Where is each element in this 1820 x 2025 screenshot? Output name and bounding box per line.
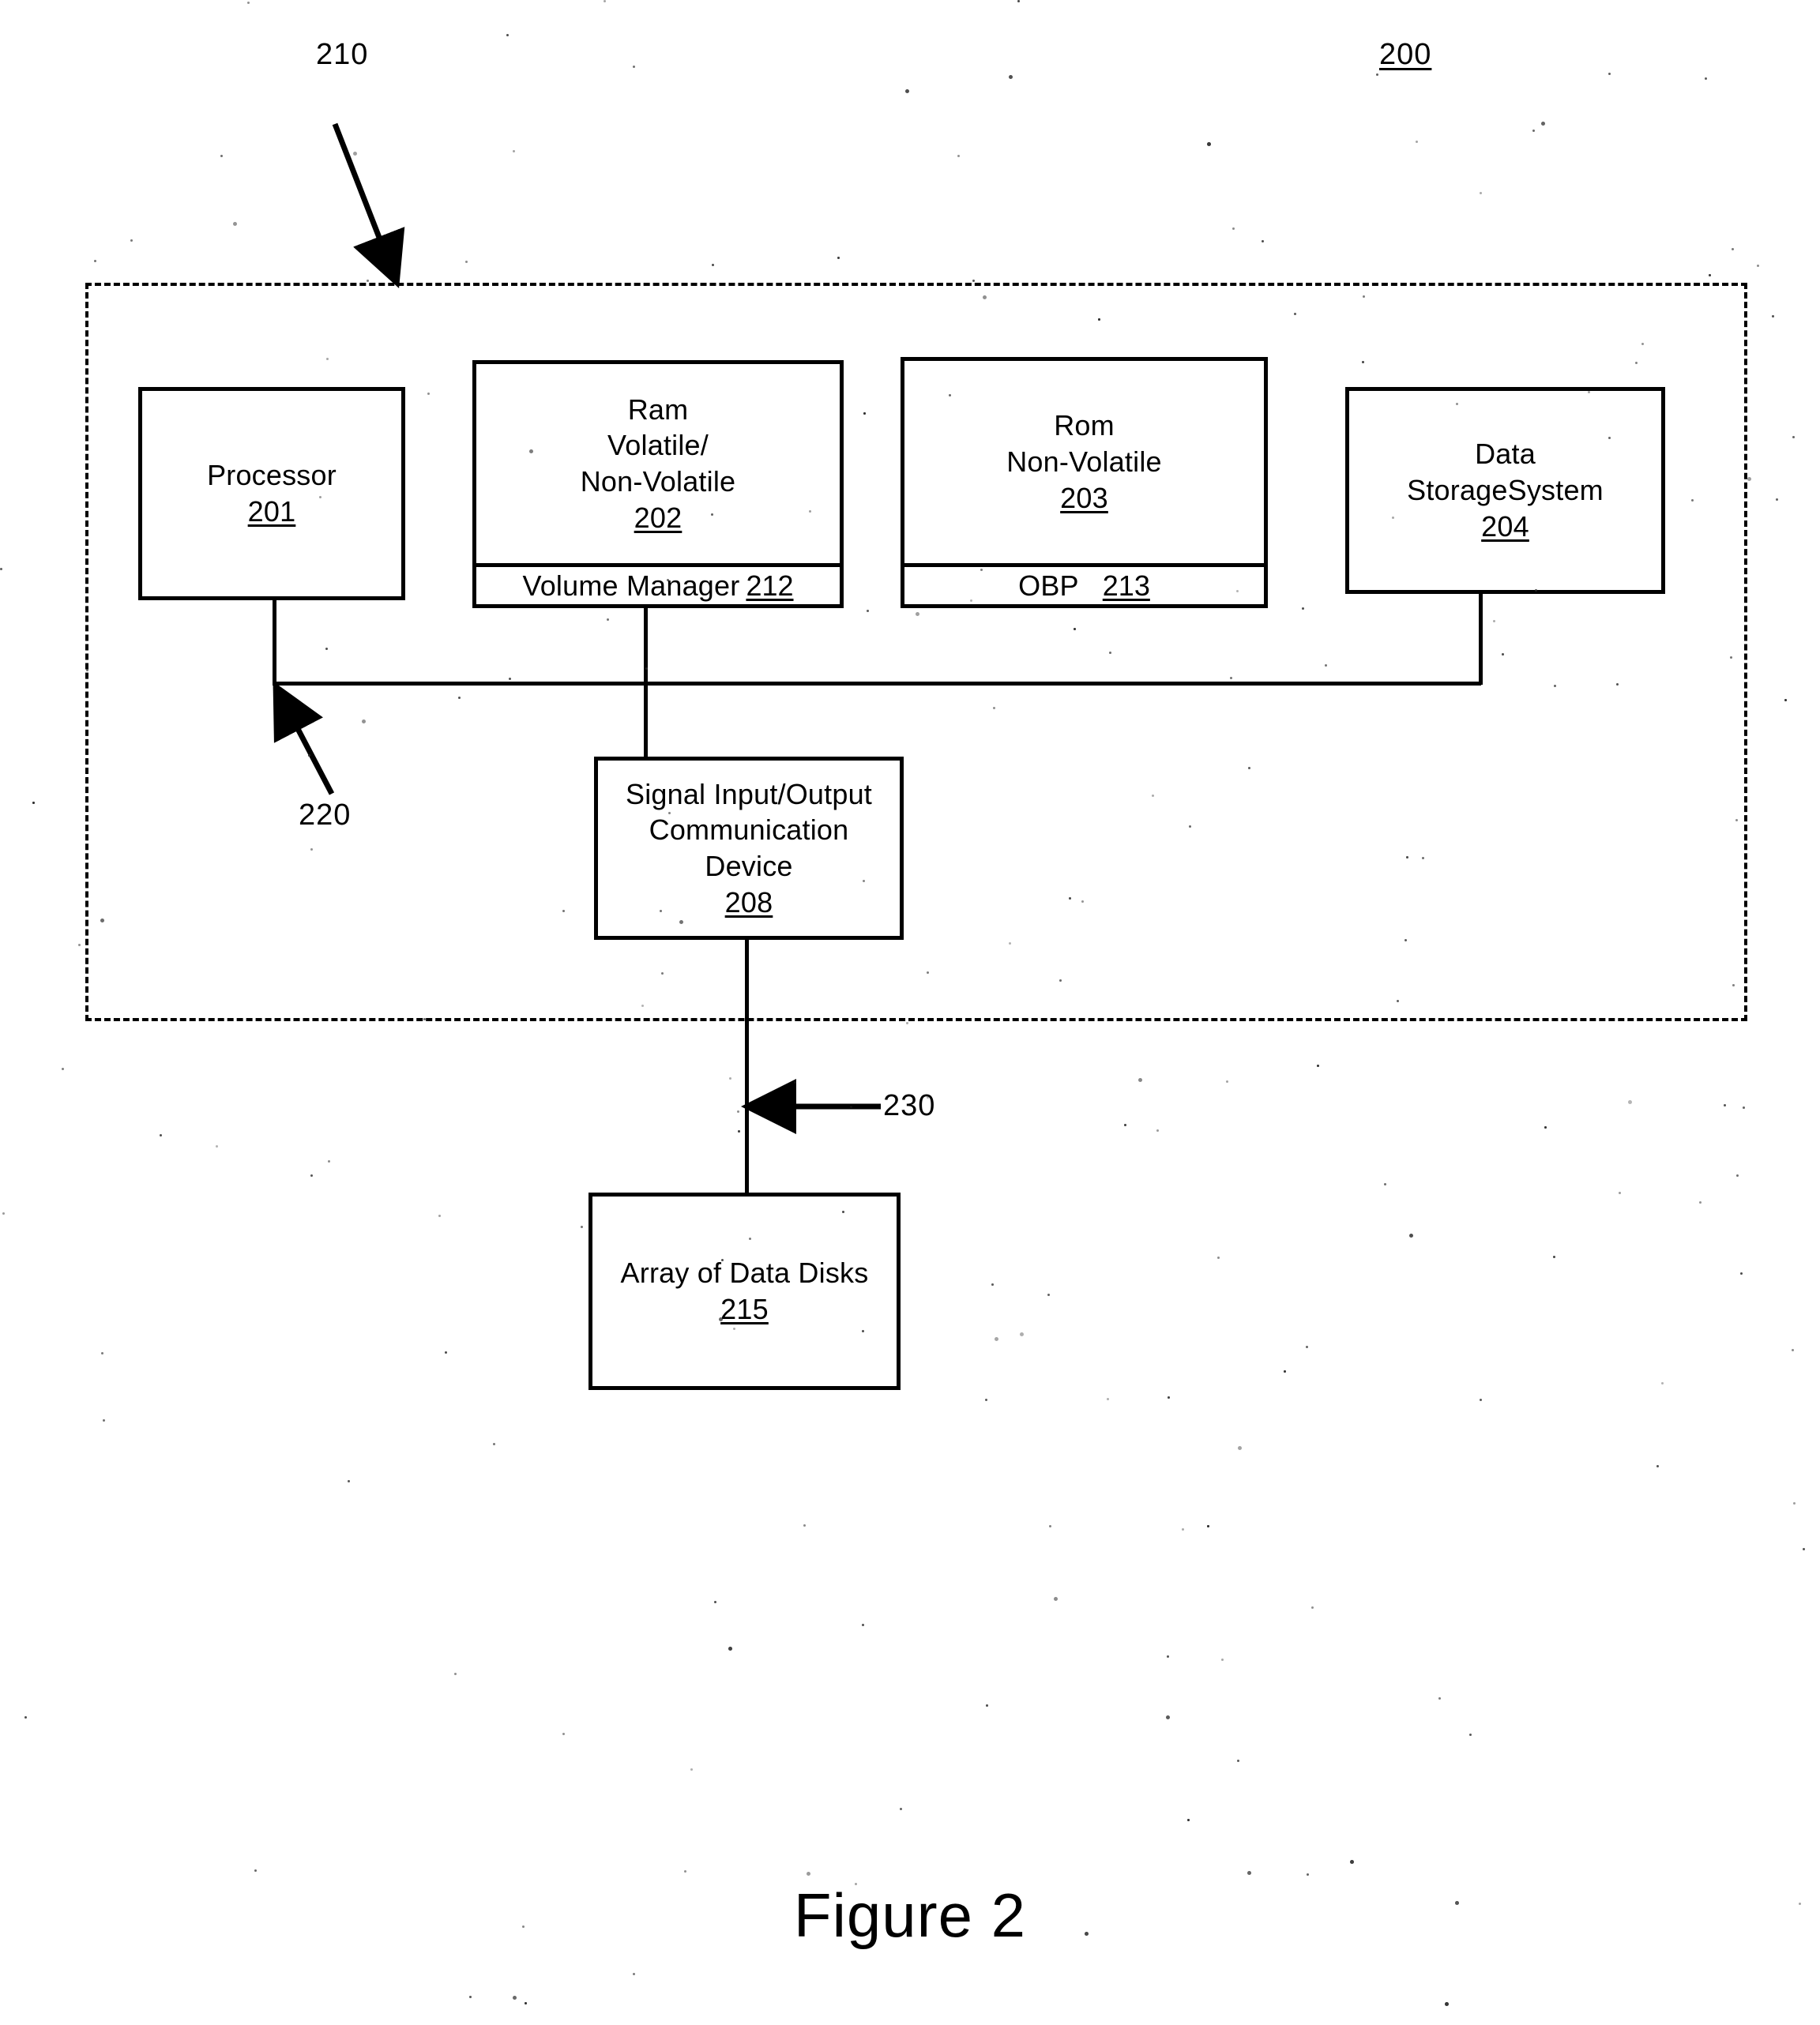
link-reference-230: 230 bbox=[883, 1089, 936, 1122]
rom-label-line-1: Non-Volatile bbox=[1006, 445, 1162, 479]
processor-label-line-0: Processor bbox=[207, 459, 337, 492]
processor-box: Processor 201 bbox=[138, 387, 405, 600]
volume-manager-ref-212: 212 bbox=[746, 569, 794, 602]
signal-io-ref-208: 208 bbox=[724, 885, 773, 919]
volume-manager-section: Volume Manager 212 bbox=[476, 563, 840, 604]
disk-array-content: Array of Data Disks 215 bbox=[592, 1197, 897, 1386]
volume-manager-label: Volume Manager bbox=[522, 569, 740, 602]
data-storage-ref-204: 204 bbox=[1481, 509, 1529, 543]
rom-box: Rom Non-Volatile 203 OBP 213 bbox=[901, 357, 1268, 608]
disk-array-ref-215: 215 bbox=[720, 1293, 769, 1325]
processor-ref-201: 201 bbox=[247, 495, 296, 528]
ram-label-line-1: Volatile/ bbox=[607, 429, 709, 462]
bus-reference-220: 220 bbox=[299, 798, 352, 832]
obp-label: OBP bbox=[1018, 569, 1079, 602]
disk-array-label-line-0: Array of Data Disks bbox=[620, 1257, 869, 1290]
ram-label-line-2: Non-Volatile bbox=[580, 465, 736, 498]
ram-label-line-0: Ram bbox=[627, 393, 689, 426]
data-storage-system-content: Data StorageSystem 204 bbox=[1349, 391, 1661, 590]
data-storage-label-line-1: StorageSystem bbox=[1407, 474, 1604, 507]
patent-figure-page: 200 210 Processor 201 Ram Volatile/ Non-… bbox=[0, 0, 1820, 2025]
processor-box-content: Processor 201 bbox=[142, 391, 401, 596]
ram-box-content: Ram Volatile/ Non-Volatile 202 bbox=[476, 364, 840, 563]
rom-ref-203: 203 bbox=[1060, 481, 1108, 514]
rom-box-content: Rom Non-Volatile 203 bbox=[904, 361, 1264, 563]
leader-arrow-230 bbox=[741, 1079, 881, 1134]
rom-label-line-0: Rom bbox=[1054, 409, 1115, 442]
leader-arrow-210 bbox=[332, 122, 405, 289]
obp-section: OBP 213 bbox=[904, 563, 1264, 604]
disk-array-box: Array of Data Disks 215 bbox=[588, 1193, 901, 1390]
signal-io-label-line-2: Device bbox=[705, 850, 793, 882]
bus-stub-data-storage bbox=[1479, 594, 1483, 685]
figure-caption: Figure 2 bbox=[793, 1880, 1027, 1950]
boundary-reference-210: 210 bbox=[316, 38, 369, 71]
leader-arrow-220 bbox=[273, 681, 335, 795]
ram-ref-202: 202 bbox=[634, 501, 682, 534]
system-reference-200: 200 bbox=[1379, 38, 1432, 71]
data-storage-label-line-0: Data bbox=[1475, 438, 1536, 471]
data-storage-system-box: Data StorageSystem 204 bbox=[1345, 387, 1665, 594]
ram-box: Ram Volatile/ Non-Volatile 202 Volume Ma… bbox=[472, 360, 844, 608]
obp-ref-213: 213 bbox=[1102, 569, 1150, 602]
